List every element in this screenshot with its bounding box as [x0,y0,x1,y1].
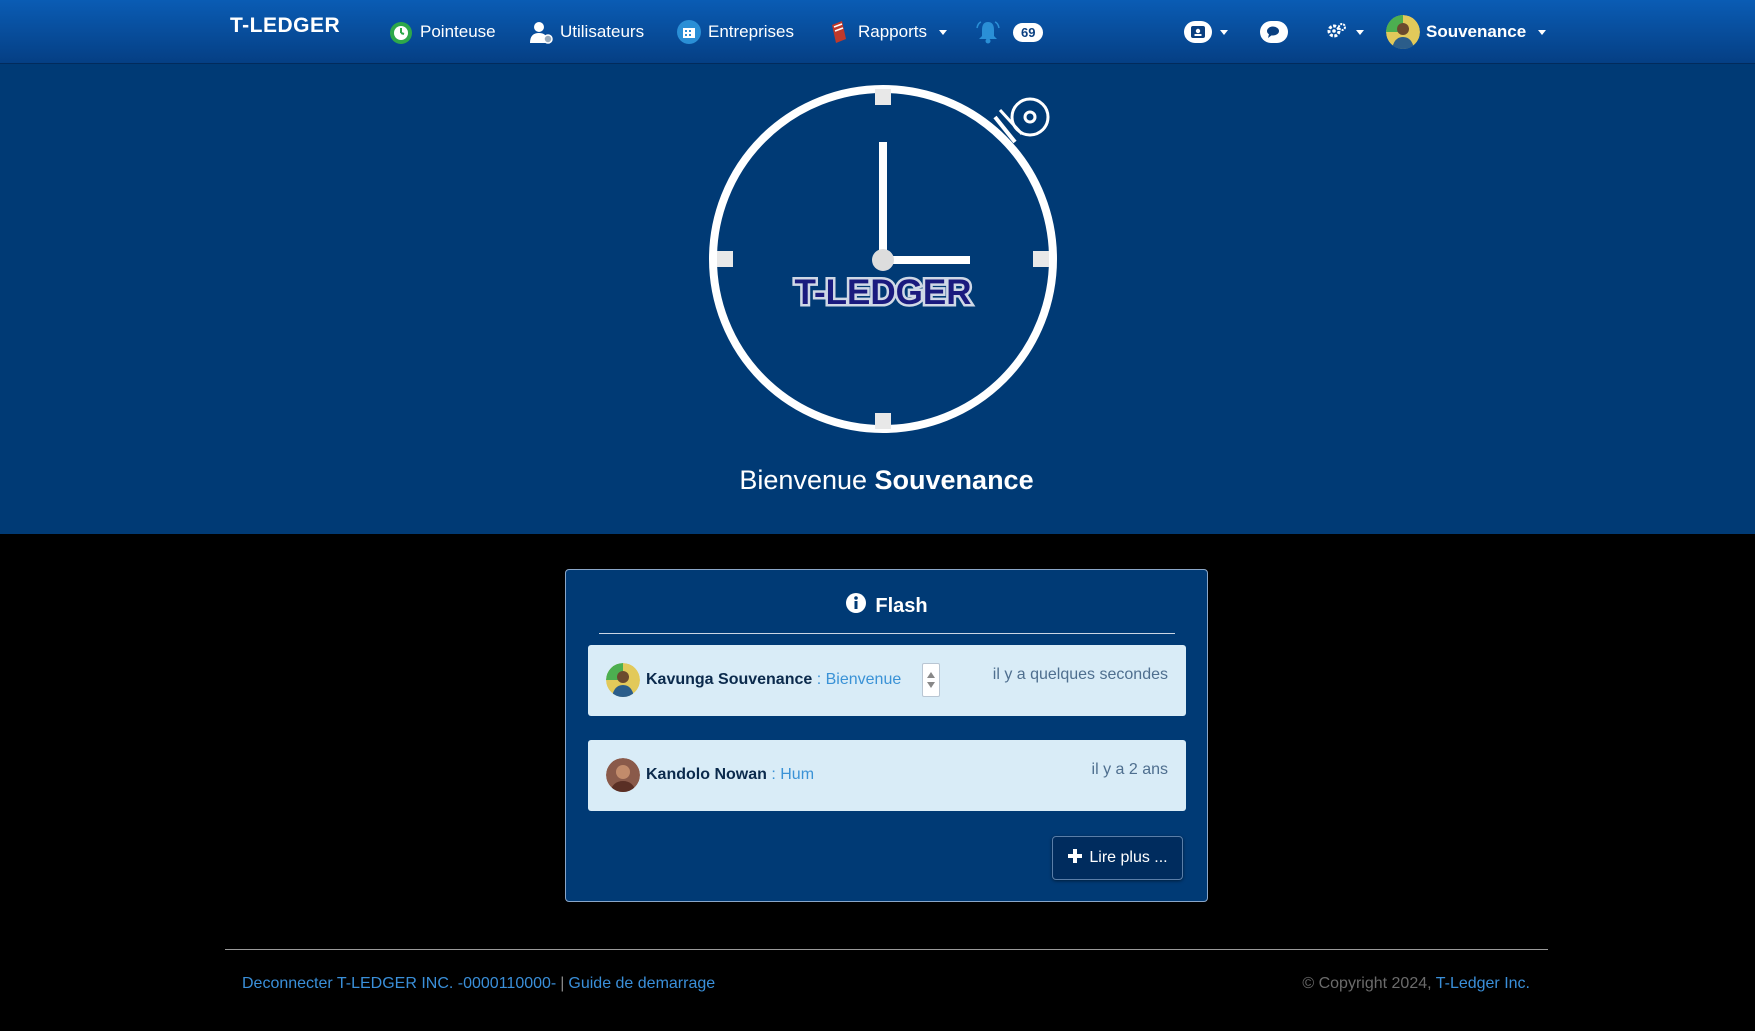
message-time: il y a 2 ans [1091,761,1168,778]
gears-icon [1324,19,1350,45]
flash-message[interactable]: Kandolo Nowan : Hum il y a 2 ans [588,740,1186,811]
building-icon [676,19,702,45]
nav-notifications[interactable]: 69 [975,18,1044,46]
message-separator: : [812,671,826,688]
chevron-down-icon [1220,29,1228,35]
hero-banner: T-LEDGER Bienvenue Souvenance [0,64,1755,534]
nav-entreprises[interactable]: Entreprises [676,18,794,46]
read-more-button[interactable]: Lire plus ... [1052,836,1183,880]
message-text: Hum [780,766,815,783]
footer-divider [225,949,1548,950]
clock-logo: T-LEDGER [709,85,1057,433]
user-gear-icon [528,19,554,45]
bell-icon [975,19,1001,45]
nav-entreprises-label: Entreprises [708,22,794,41]
nav-settings-dropdown[interactable] [1324,18,1364,46]
message-content: Kandolo Nowan : Hum [646,766,814,784]
nav-contacts-dropdown[interactable] [1184,18,1228,46]
message-text: Bienvenue [825,671,902,688]
message-author: Kavunga Souvenance [646,671,813,688]
welcome-name: Souvenance [874,465,1034,495]
chat-icon [1260,21,1288,43]
report-book-icon [826,19,852,45]
brand-logo[interactable]: T-LEDGER [230,14,340,38]
scroll-stepper[interactable] [922,663,940,697]
read-more-label: Lire plus ... [1089,849,1168,866]
footer-separator: | [560,975,565,992]
nav-rapports[interactable]: Rapports [826,18,947,46]
guide-link[interactable]: Guide de demarrage [568,975,715,992]
message-content: Kavunga Souvenance : Bienvenue [646,671,901,689]
message-separator: : [766,766,781,783]
logout-link[interactable]: Deconnecter T-LEDGER INC. -0000110000- [242,975,556,992]
message-avatar [606,663,640,697]
message-avatar [606,758,640,792]
chevron-down-icon [1538,29,1547,35]
welcome-prefix: Bienvenue [739,465,868,495]
flash-title-text: Flash [875,594,928,617]
company-link[interactable]: T-Ledger Inc. [1436,975,1530,992]
user-avatar [1386,15,1420,49]
footer-links: Deconnecter T-LEDGER INC. -0000110000- | G… [242,975,715,993]
plus-icon [1067,848,1083,869]
nav-pointeuse-label: Pointeuse [420,22,496,41]
nav-pointeuse[interactable]: Pointeuse [388,18,496,46]
chevron-down-icon [938,29,947,35]
welcome-message: Bienvenue Souvenance [0,465,1755,496]
chevron-down-icon [1356,29,1364,35]
info-icon [845,592,867,620]
nav-chat[interactable] [1260,18,1288,46]
nav-user-menu[interactable]: Souvenance [1386,15,1547,49]
contact-card-icon [1184,21,1212,43]
flash-divider [599,633,1175,634]
nav-utilisateurs-label: Utilisateurs [560,22,645,41]
footer-copyright: © Copyright 2024, T-Ledger Inc. [1302,975,1530,993]
nav-utilisateurs[interactable]: Utilisateurs [528,18,644,46]
nav-rapports-label: Rapports [858,22,927,41]
hero-logo-text: T-LEDGER [795,273,972,312]
arrow-down-icon[interactable] [927,682,935,688]
timer-icon [388,19,414,45]
top-navbar: T-LEDGER Pointeuse Utilisateurs Entrepri… [0,0,1755,64]
flash-panel: Flash Kavunga Souvenance : Bienvenue il … [565,569,1208,902]
message-author: Kandolo Nowan [646,766,767,783]
flash-message[interactable]: Kavunga Souvenance : Bienvenue il y a qu… [588,645,1186,716]
arrow-up-icon[interactable] [927,672,935,678]
message-time: il y a quelques secondes [992,666,1168,683]
user-name: Souvenance [1426,22,1527,41]
notification-count-badge: 69 [1013,22,1044,42]
flash-title: Flash [566,592,1207,620]
copyright-text: © Copyright 2024, [1302,975,1432,992]
